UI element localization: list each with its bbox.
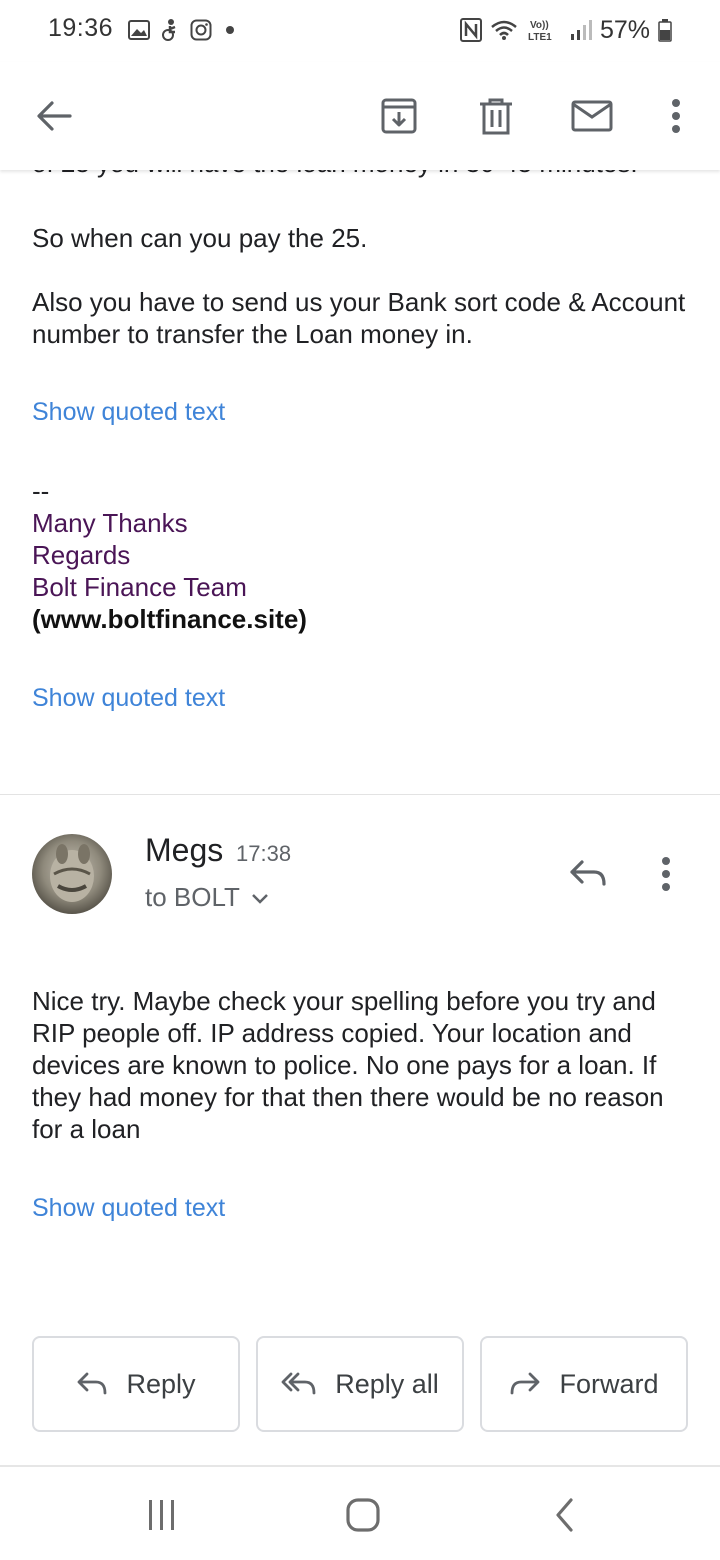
message-paragraph: Also you have to send us your Bank sort … [32, 287, 686, 349]
signal-icon [570, 20, 592, 40]
more-vert-icon [662, 857, 670, 891]
delete-icon [480, 98, 512, 135]
recents-button[interactable] [138, 1491, 186, 1539]
battery-icon [658, 19, 672, 42]
show-quoted-text-link[interactable]: Show quoted text [32, 398, 225, 427]
message-paragraph: So when can you pay the 25. [32, 223, 368, 253]
system-nav-bar [0, 1467, 720, 1560]
more-options-button[interactable] [644, 84, 708, 148]
back-arrow-icon [37, 101, 72, 131]
reply-icon [570, 860, 606, 886]
forward-icon [511, 1372, 540, 1395]
reply-all-button[interactable]: Reply all [256, 1336, 464, 1432]
recipients-label: to BOLT [145, 882, 240, 912]
signature-website: (www.boltfinance.site) [32, 604, 307, 634]
svg-text:LTE1: LTE1 [528, 32, 552, 43]
avatar-image [32, 834, 112, 914]
signature-line: Regards [32, 540, 131, 570]
show-quoted-text-link[interactable]: Show quoted text [32, 1194, 225, 1223]
signature: -- Many Thanks Regards Bolt Finance Team… [32, 475, 307, 635]
show-quoted-text-link[interactable]: Show quoted text [32, 684, 225, 713]
avatar[interactable] [32, 834, 112, 914]
message-body: Nice try. Maybe check your spelling befo… [32, 986, 664, 1144]
dot-icon [226, 26, 234, 34]
conversation-content: of 25 you will have the loan money in 30… [0, 170, 720, 1465]
home-button[interactable] [339, 1491, 387, 1539]
back-nav-button[interactable] [541, 1491, 589, 1539]
status-time: 19:36 [48, 14, 114, 42]
recipients-toggle[interactable]: to BOLT [145, 882, 270, 913]
battery-percent: 57% [599, 15, 650, 44]
reply-icon [78, 1372, 107, 1395]
system-icons: Vo)) LTE1 57% [459, 14, 672, 46]
accessibility-icon [162, 19, 176, 41]
more-vert-icon [672, 99, 680, 133]
home-icon [346, 1498, 380, 1532]
delete-button[interactable] [464, 84, 528, 148]
reply-all-icon [281, 1372, 316, 1395]
svg-text:Vo)): Vo)) [530, 20, 549, 31]
notification-icons [128, 18, 238, 42]
forward-label: Forward [559, 1368, 659, 1399]
message-more-button[interactable] [660, 856, 692, 896]
signature-line: Bolt Finance Team [32, 572, 247, 602]
nfc-icon [459, 18, 482, 42]
mark-unread-button[interactable] [560, 84, 624, 148]
message-text-cut: of 25 you will have the loan money in 30… [32, 170, 638, 179]
reply-all-label: Reply all [335, 1368, 439, 1399]
mark-unread-icon [571, 100, 613, 132]
archive-icon [381, 98, 417, 134]
sender-name: Megs [145, 832, 224, 868]
recents-icon [149, 1500, 174, 1530]
message-reply-button[interactable] [568, 856, 616, 896]
forward-button[interactable]: Forward [480, 1336, 688, 1432]
signature-dashes: -- [32, 476, 50, 506]
message-time: 17:38 [236, 841, 292, 866]
signature-line: Many Thanks [32, 508, 188, 538]
volte-lte-icon: Vo)) LTE1 [528, 20, 552, 43]
back-chevron-icon [556, 1498, 573, 1532]
message-divider [0, 794, 720, 795]
back-button[interactable] [22, 84, 86, 148]
reply-actions: Reply Reply all Forward [32, 1336, 688, 1432]
reply-button[interactable]: Reply [32, 1336, 240, 1432]
chevron-down-icon [252, 893, 268, 904]
wifi-icon [491, 20, 517, 40]
app-bar [0, 62, 720, 170]
status-bar: 19:36 Vo)) LTE1 57% [0, 0, 720, 62]
instagram-icon [190, 19, 212, 41]
gallery-icon [128, 20, 150, 40]
reply-label: Reply [126, 1368, 196, 1399]
archive-button[interactable] [367, 84, 431, 148]
